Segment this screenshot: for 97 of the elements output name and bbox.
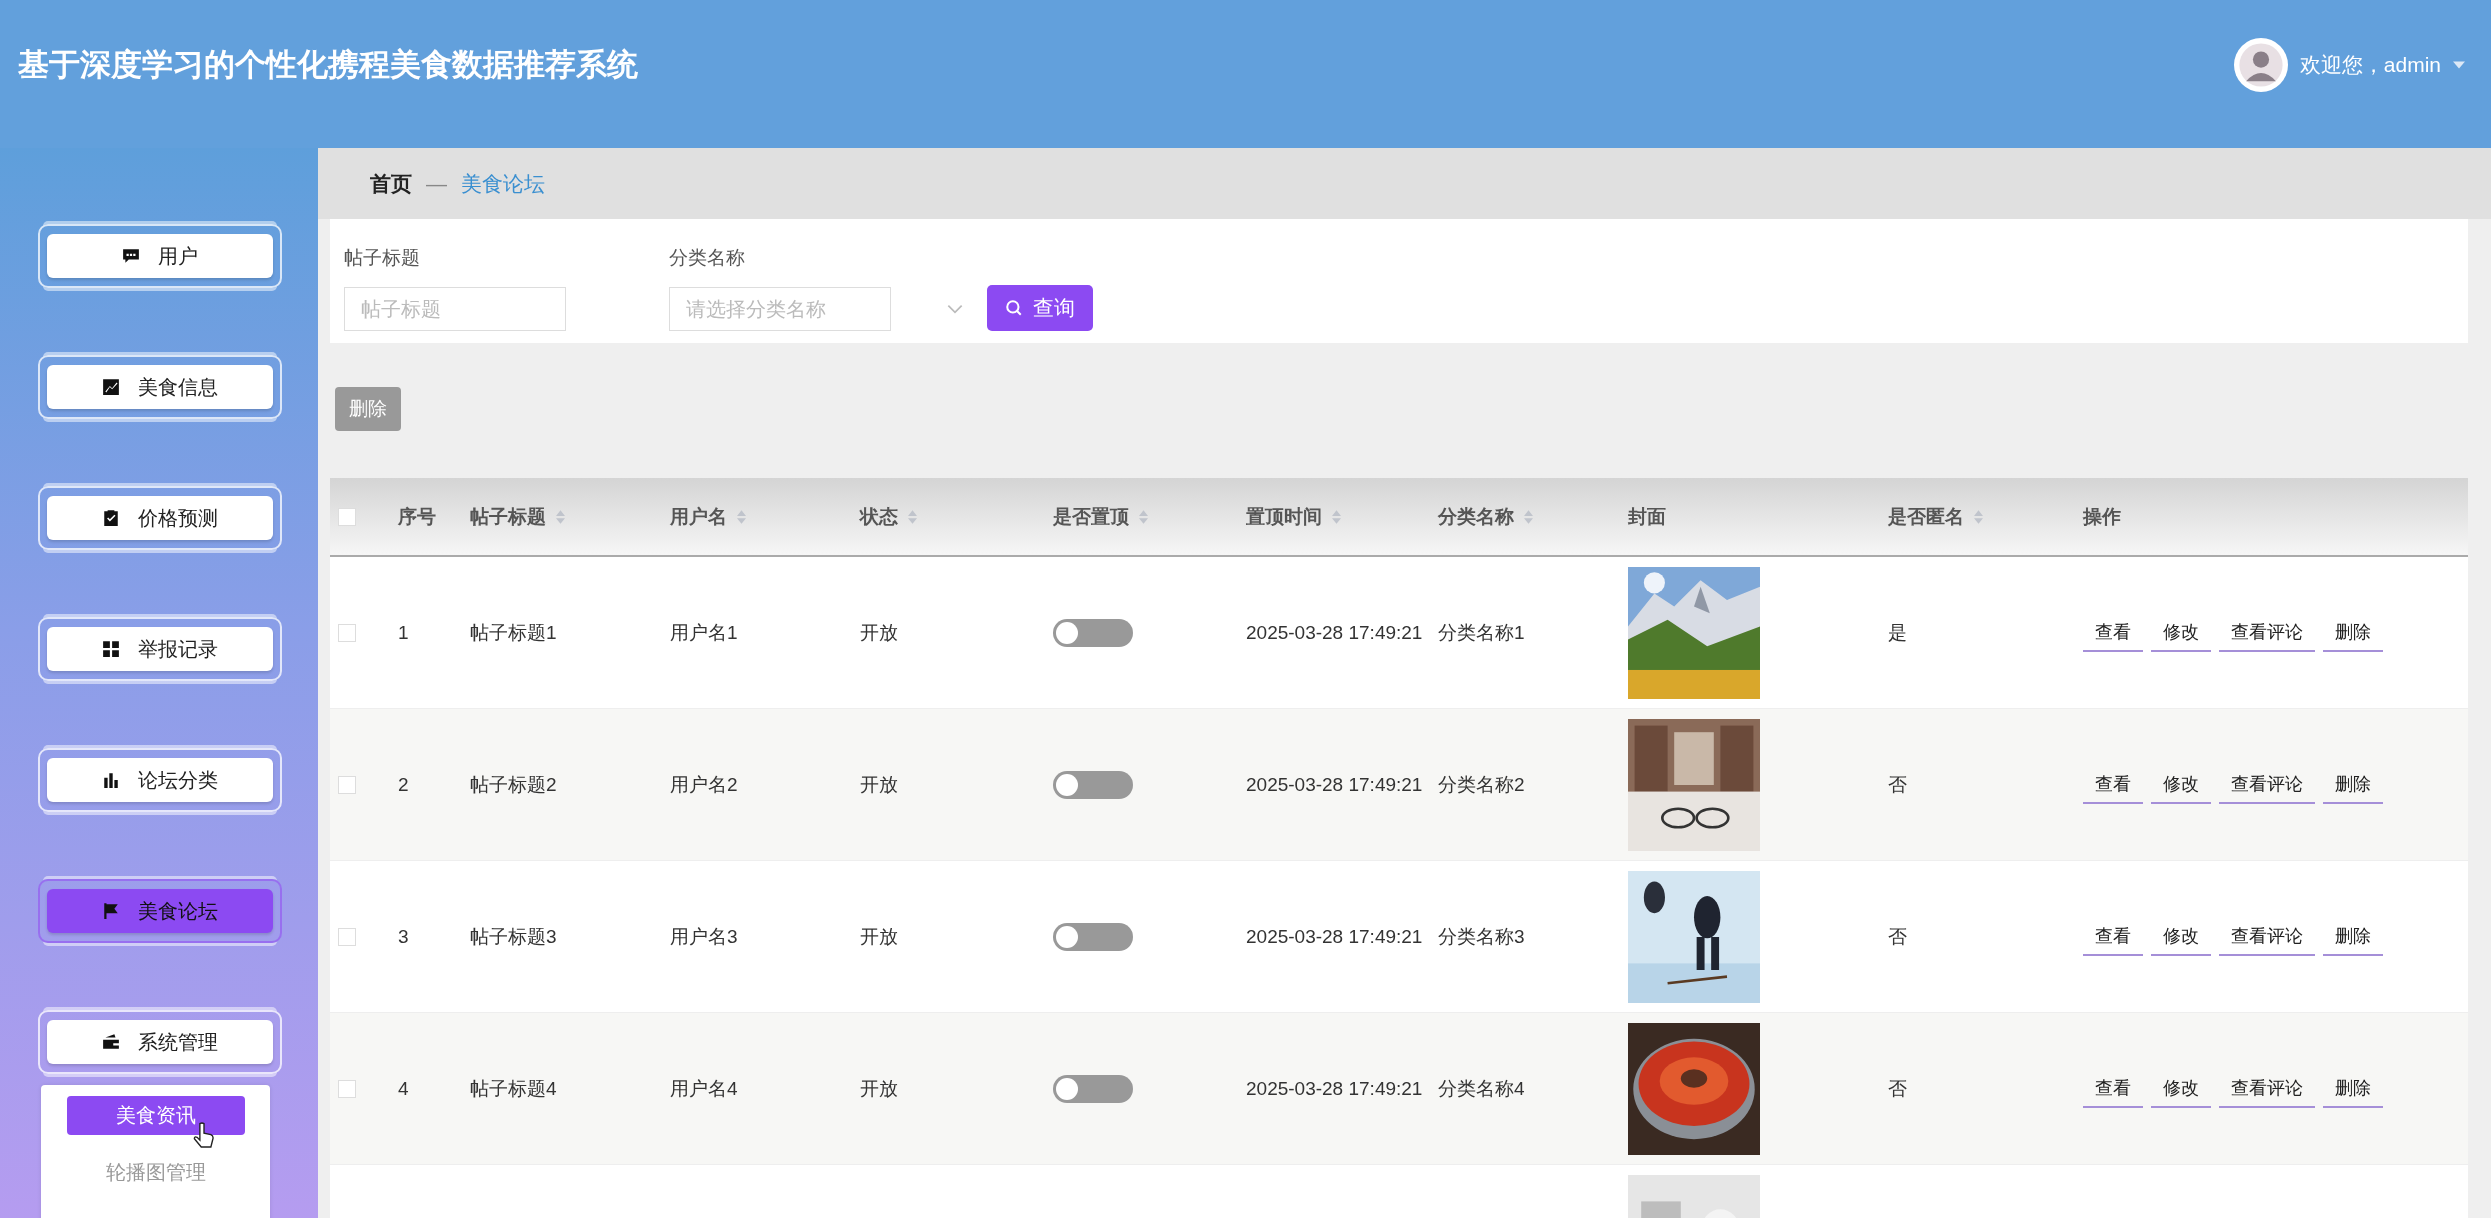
table-cell-text: 否 [1888,772,1907,797]
toggle-switch[interactable] [1053,770,1133,799]
table-cell-text: 是 [1888,620,1907,645]
bar-chart-icon [102,771,120,789]
column-header: 封面 [1628,504,1666,529]
action-link[interactable]: 删除 [2323,613,2383,652]
nav-item[interactable]: 价格预测 [47,496,273,540]
sort-icon[interactable] [1332,509,1341,524]
table-cell-text: 用户名4 [670,1076,738,1101]
table-cell-text: 开放 [860,772,898,797]
nav-item[interactable]: 用户 [47,234,273,278]
table-cell: 2025-03-28 17:49:21 [1246,1077,1423,1100]
table-cell-text: 用户名3 [670,924,738,949]
grid-icon [102,640,120,658]
action-link[interactable]: 查看评论 [2219,765,2315,804]
action-link[interactable]: 查看评论 [2219,613,2315,652]
chevron-down-icon[interactable] [947,304,963,314]
column-header[interactable]: 状态 [860,501,921,532]
table-cell-text: 用户名1 [670,620,738,645]
sort-icon[interactable] [1974,509,1983,524]
avatar-icon[interactable] [2233,38,2288,92]
toggle-switch[interactable] [1053,922,1133,951]
caret-icon[interactable] [2453,61,2465,69]
action-link[interactable]: 查看评论 [2219,917,2315,956]
sort-icon[interactable] [556,509,565,524]
flag-icon [102,902,120,920]
nav-item[interactable]: 美食论坛 [47,889,273,933]
chart-icon [102,378,120,396]
table-cell-text: 帖子标题4 [470,1076,557,1101]
sort-icon[interactable] [908,509,917,524]
table-cell-text: 帖子标题2 [470,772,557,797]
action-link[interactable]: 查看 [2083,765,2143,804]
column-header[interactable]: 置顶时间 [1246,501,1345,532]
select-field[interactable]: 请选择分类名称 [669,287,891,331]
table-cell-text: 开放 [860,924,898,949]
nav-item[interactable]: 系统管理 [47,1020,273,1064]
row-checkbox[interactable] [338,927,356,946]
row-checkbox[interactable] [338,623,356,642]
action-link[interactable]: 删除 [2323,917,2383,956]
table-cell-text: 分类名称3 [1438,924,1525,949]
nav-item[interactable]: 美食信息 [47,365,273,409]
nav-item[interactable]: 举报记录 [47,627,273,671]
table-cell-text: 否 [1888,924,1907,949]
action-link[interactable]: 修改 [2151,1069,2211,1108]
action-link[interactable]: 修改 [2151,613,2211,652]
nav-item[interactable]: 论坛分类 [47,758,273,802]
field-label: 分类名称 [669,246,746,270]
table-cell-text: 分类名称1 [1438,620,1525,645]
table-cell-text: 否 [1888,1076,1907,1101]
column-header: 序号 [398,504,436,529]
submenu-item[interactable]: 美食资讯 [66,1096,245,1135]
action-link[interactable]: 删除 [2323,1069,2383,1108]
table-cell-text: 开放 [860,1076,898,1101]
table-cell: 1 [398,621,409,644]
sort-icon[interactable] [737,509,746,524]
action-link[interactable]: 修改 [2151,917,2211,956]
field-label: 帖子标题 [344,246,421,270]
table-cell: 2025-03-28 17:49:21 [1246,773,1423,796]
table-cell-text: 用户名2 [670,772,738,797]
row-checkbox[interactable] [338,775,356,794]
sort-icon[interactable] [1524,509,1533,524]
app-title: 基于深度学习的个性化携程美食数据推荐系统 [18,46,638,84]
table-cell: 2025-03-28 17:49:21 [1246,621,1423,644]
sort-icon[interactable] [1139,509,1148,524]
table-cell: 4 [398,1077,409,1100]
table-cell: 3 [398,925,409,948]
column-header[interactable]: 帖子标题 [470,501,569,532]
breadcrumb-separator: — [426,171,447,196]
action-link[interactable]: 查看评论 [2219,1069,2315,1108]
clipboard-icon [102,509,120,527]
input-field[interactable]: 帖子标题 [344,287,566,331]
search-icon [1005,299,1023,317]
table-cell-text: 分类名称4 [1438,1076,1525,1101]
action-link[interactable]: 查看 [2083,1069,2143,1108]
table-cell: 2025-03-28 17:49:21 [1246,925,1423,948]
chat-icon [122,247,140,265]
table-cell-text: 帖子标题1 [470,620,557,645]
search-button[interactable]: 查询 [987,285,1093,331]
row-checkbox[interactable] [338,1079,356,1098]
table-cell-text: 分类名称2 [1438,772,1525,797]
table-cell: 2 [398,773,409,796]
breadcrumb-home[interactable]: 首页 [370,169,412,198]
action-link[interactable]: 查看 [2083,613,2143,652]
toggle-switch[interactable] [1053,618,1133,647]
table-cell-text: 开放 [860,620,898,645]
column-header[interactable]: 分类名称 [1438,501,1537,532]
toggle-switch[interactable] [1053,1074,1133,1103]
wallet-icon [102,1033,120,1051]
select-all-checkbox[interactable] [338,507,356,526]
action-link[interactable]: 修改 [2151,765,2211,804]
column-header[interactable]: 是否置顶 [1053,501,1152,532]
action-link[interactable]: 删除 [2323,765,2383,804]
action-link[interactable]: 查看 [2083,917,2143,956]
column-header[interactable]: 用户名 [670,501,750,532]
column-header: 操作 [2083,504,2121,529]
table-cell-text: 帖子标题3 [470,924,557,949]
column-header[interactable]: 是否匿名 [1888,501,1987,532]
